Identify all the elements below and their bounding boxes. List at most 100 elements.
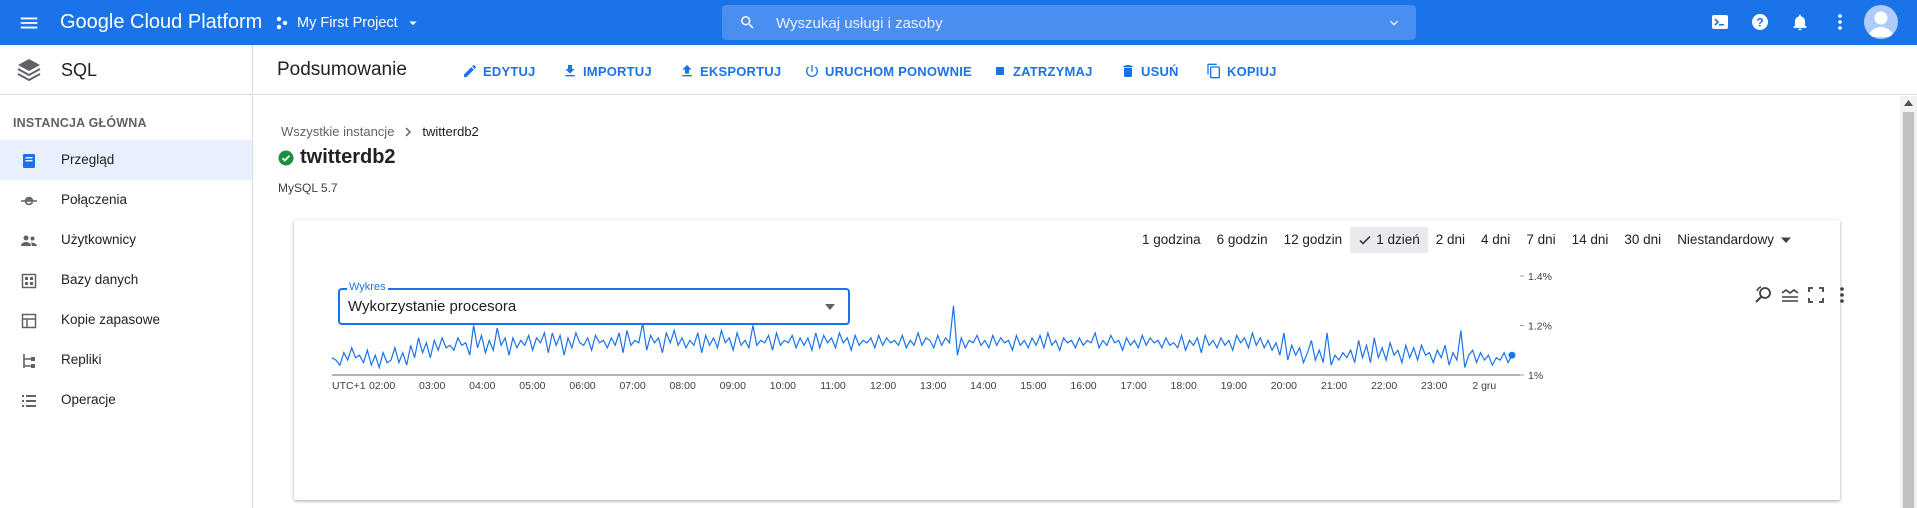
search-input[interactable] — [776, 12, 1336, 34]
x-tick-label: 19:00 — [1221, 380, 1247, 392]
instance-version: MySQL 5.7 — [278, 181, 338, 195]
connections-icon — [20, 192, 38, 210]
breadcrumb-current: twitterdb2 — [422, 124, 479, 139]
copy-icon — [1206, 63, 1222, 79]
export-icon — [679, 63, 695, 79]
chevron-right-icon — [402, 126, 414, 138]
x-tick-label: 20:00 — [1271, 380, 1297, 392]
more-vert-icon[interactable] — [1830, 12, 1850, 32]
project-name: My First Project — [297, 15, 398, 31]
x-tick-label: 06:00 — [569, 380, 595, 392]
x-tick-label: 08:00 — [670, 380, 696, 392]
sidebar-item-overview[interactable]: Przegląd — [0, 140, 252, 180]
x-tick-label: 11:00 — [820, 380, 846, 392]
scrollbar-thumb[interactable] — [1903, 112, 1914, 508]
databases-icon — [20, 272, 38, 290]
sidebar-item-label: Połączenia — [61, 192, 128, 207]
x-tick-label: 07:00 — [619, 380, 645, 392]
x-tick-label: 15:00 — [1020, 380, 1046, 392]
backups-icon — [20, 312, 38, 330]
sidebar-item-label: Repliki — [61, 352, 102, 367]
svg-text:?: ? — [1756, 16, 1763, 30]
y-tick-label: 1.2% — [1528, 321, 1552, 333]
overview-icon — [20, 152, 38, 170]
x-tick-label: 09:00 — [720, 380, 746, 392]
breadcrumb-all-instances-link[interactable]: Wszystkie instancje — [281, 124, 394, 139]
product-name: SQL — [61, 60, 98, 80]
restart-label: URUCHOM PONOWNIE — [825, 63, 972, 79]
x-tick-label: 17:00 — [1120, 380, 1146, 392]
delete-button[interactable]: USUŃ — [1120, 62, 1179, 80]
search-bar[interactable] — [722, 5, 1416, 40]
chevron-down-icon — [406, 16, 420, 30]
stop-button[interactable]: ZATRZYMAJ — [992, 62, 1093, 80]
x-tick-label: 23:00 — [1421, 380, 1447, 392]
import-icon — [562, 63, 578, 79]
sidebar: INSTANCJA GŁÓWNA Przegląd Połączenia Uży… — [0, 96, 253, 508]
breadcrumb: Wszystkie instancje twitterdb2 — [281, 124, 479, 139]
x-tick-label: 21:00 — [1321, 380, 1347, 392]
x-tick-label: 03:00 — [419, 380, 445, 392]
sidebar-item-connections[interactable]: Połączenia — [0, 180, 252, 220]
users-icon — [20, 232, 38, 250]
copy-label: KOPIUJ — [1227, 63, 1277, 79]
operations-icon — [20, 392, 38, 410]
notifications-bell-icon[interactable] — [1790, 12, 1810, 32]
x-tick-label: 04:00 — [469, 380, 495, 392]
x-tick-label: 18:00 — [1171, 380, 1197, 392]
sql-layers-icon — [16, 57, 42, 83]
cpu-chart-card: 1 godzina 6 godzin 12 godzin 1 dzień 2 d… — [294, 220, 1844, 500]
y-tick-label: 1.4% — [1528, 271, 1552, 283]
cloud-shell-icon[interactable] — [1710, 12, 1730, 32]
scroll-up-arrow-icon[interactable] — [1903, 99, 1914, 107]
stop-label: ZATRZYMAJ — [1013, 63, 1093, 79]
trash-icon — [1120, 63, 1136, 79]
help-icon[interactable]: ? — [1750, 12, 1770, 32]
export-button[interactable]: EKSPORTUJ — [679, 62, 781, 80]
project-selector[interactable]: My First Project — [275, 12, 420, 34]
sidebar-item-label: Operacje — [61, 392, 116, 407]
sidebar-section-title: INSTANCJA GŁÓWNA — [13, 116, 147, 130]
x-tick-label: 22:00 — [1371, 380, 1397, 392]
replicas-icon — [20, 352, 38, 370]
sidebar-item-users[interactable]: Użytkownicy — [0, 220, 252, 260]
sidebar-item-label: Użytkownicy — [61, 232, 137, 247]
x-tick-label: 10:00 — [770, 380, 796, 392]
sidebar-item-replicas[interactable]: Repliki — [0, 340, 252, 380]
search-expand-chevron-icon[interactable] — [1386, 15, 1402, 31]
search-icon — [739, 14, 756, 31]
sidebar-item-operations[interactable]: Operacje — [0, 380, 252, 420]
sidebar-item-label: Przegląd — [61, 152, 115, 167]
y-tick-label: 1% — [1528, 370, 1543, 382]
product-header: SQL — [0, 45, 253, 95]
account-avatar[interactable] — [1864, 5, 1898, 39]
import-label: IMPORTUJ — [583, 63, 652, 79]
x-tick-label: UTC+1 — [332, 380, 366, 392]
edit-label: EDYTUJ — [483, 63, 536, 79]
stop-icon — [992, 63, 1008, 79]
x-tick-label: 13:00 — [920, 380, 946, 392]
cpu-series-line — [331, 305, 1513, 370]
sidebar-item-databases[interactable]: Bazy danych — [0, 260, 252, 300]
instance-title: twitterdb2 — [278, 146, 396, 169]
x-tick-label: 14:00 — [970, 380, 996, 392]
sidebar-item-label: Bazy danych — [61, 272, 139, 287]
x-tick-label: 16:00 — [1070, 380, 1096, 392]
top-bar: Google Cloud Platform My First Project ? — [0, 0, 1917, 45]
status-ok-icon — [278, 150, 294, 166]
cpu-utilization-chart: 1.4% 1.2% 1% UTC+1 02:00 03:00 04:00 05:00 06:00… — [331, 271, 1552, 392]
power-icon — [804, 63, 820, 79]
sidebar-item-backups[interactable]: Kopie zapasowe — [0, 300, 252, 340]
x-tick-label: 02:00 — [369, 380, 395, 392]
import-button[interactable]: IMPORTUJ — [562, 62, 652, 80]
brand-logo[interactable]: Google Cloud Platform — [60, 11, 262, 34]
x-tick-label: 12:00 — [870, 380, 896, 392]
latest-value-point — [1508, 351, 1516, 359]
edit-button[interactable]: EDYTUJ — [462, 62, 536, 80]
x-tick-label: 05:00 — [519, 380, 545, 392]
copy-button[interactable]: KOPIUJ — [1206, 62, 1277, 80]
hamburger-menu-icon[interactable] — [18, 12, 40, 34]
restart-button[interactable]: URUCHOM PONOWNIE — [804, 62, 972, 80]
delete-label: USUŃ — [1141, 63, 1179, 79]
page-title: Podsumowanie — [277, 59, 407, 80]
